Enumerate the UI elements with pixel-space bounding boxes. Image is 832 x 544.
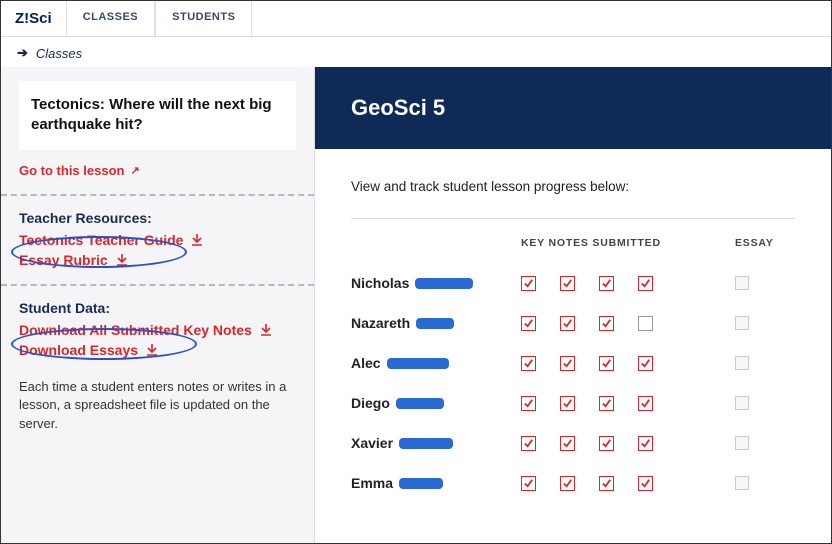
go-to-lesson-label: Go to this lesson: [19, 163, 124, 178]
checkbox[interactable]: [599, 396, 614, 411]
download-keynotes-label: Download All Submitted Key Notes: [19, 322, 252, 338]
student-data-label: Student Data:: [19, 300, 296, 316]
essay-checkbox[interactable]: [735, 276, 749, 290]
checkbox[interactable]: [638, 356, 653, 371]
checkbox[interactable]: [599, 356, 614, 371]
redacted-surname: [415, 278, 473, 289]
divider: [1, 194, 314, 196]
essay-checkbox[interactable]: [735, 476, 749, 490]
lesson-title: Tectonics: Where will the next big earth…: [31, 95, 284, 136]
download-icon: [191, 234, 203, 246]
checkbox[interactable]: [521, 436, 536, 451]
teacher-resources-label: Teacher Resources:: [19, 210, 296, 226]
redacted-surname: [399, 438, 453, 449]
class-body: View and track student lesson progress b…: [315, 149, 831, 543]
checkbox[interactable]: [599, 476, 614, 491]
content: GeoSci 5 View and track student lesson p…: [315, 67, 831, 543]
instruction-text: View and track student lesson progress b…: [351, 179, 795, 194]
checkbox[interactable]: [560, 276, 575, 291]
redacted-surname: [416, 318, 454, 329]
table-row: Nazareth: [351, 303, 795, 343]
checkbox[interactable]: [560, 436, 575, 451]
external-link-icon: ↗: [130, 164, 139, 177]
divider: [1, 284, 314, 286]
arrow-right-icon: ➔: [17, 45, 28, 61]
checkbox[interactable]: [560, 316, 575, 331]
divider: [351, 218, 795, 219]
redacted-surname: [396, 398, 444, 409]
checkbox[interactable]: [521, 276, 536, 291]
progress-table: KEY NOTES SUBMITTED ESSAY Nicholas Nazare…: [351, 231, 795, 503]
tab-classes[interactable]: CLASSES: [66, 1, 155, 36]
keynote-checks: [521, 316, 711, 331]
table-row: Nicholas: [351, 263, 795, 303]
sidebar-note: Each time a student enters notes or writ…: [19, 378, 296, 435]
table-row: Emma: [351, 463, 795, 503]
checkbox[interactable]: [599, 276, 614, 291]
checkbox[interactable]: [521, 476, 536, 491]
download-icon: [116, 254, 128, 266]
teacher-guide-label: Tectonics Teacher Guide: [19, 232, 183, 248]
keynotes-header: KEY NOTES SUBMITTED: [521, 237, 711, 249]
keynote-checks: [521, 436, 711, 451]
essay-checkbox[interactable]: [735, 396, 749, 410]
checkbox[interactable]: [638, 436, 653, 451]
topbar: Z!Sci CLASSES STUDENTS: [1, 1, 831, 37]
table-row: Diego: [351, 383, 795, 423]
checkbox[interactable]: [638, 316, 653, 331]
checkbox[interactable]: [599, 316, 614, 331]
redacted-surname: [387, 358, 449, 369]
checkbox[interactable]: [521, 396, 536, 411]
go-to-lesson-link[interactable]: Go to this lesson ↗: [19, 163, 140, 178]
essay-header: ESSAY: [735, 237, 795, 249]
lesson-card: Tectonics: Where will the next big earth…: [19, 81, 296, 150]
tab-students[interactable]: STUDENTS: [155, 1, 252, 36]
app-logo: Z!Sci: [1, 1, 66, 36]
keynote-checks: [521, 356, 711, 371]
essay-rubric-label: Essay Rubric: [19, 252, 108, 268]
checkbox[interactable]: [638, 276, 653, 291]
download-essays-link[interactable]: Download Essays: [19, 340, 158, 360]
download-essays-label: Download Essays: [19, 342, 138, 358]
student-name[interactable]: Alec: [351, 355, 521, 371]
checkbox[interactable]: [638, 476, 653, 491]
checkbox[interactable]: [638, 396, 653, 411]
essay-checkbox[interactable]: [735, 316, 749, 330]
main: Tectonics: Where will the next big earth…: [1, 67, 831, 543]
student-name[interactable]: Diego: [351, 395, 521, 411]
student-name[interactable]: Nicholas: [351, 275, 521, 291]
keynote-checks: [521, 476, 711, 491]
student-name[interactable]: Nazareth: [351, 315, 521, 331]
table-header: KEY NOTES SUBMITTED ESSAY: [351, 231, 795, 263]
checkbox[interactable]: [521, 316, 536, 331]
checkbox[interactable]: [560, 476, 575, 491]
teacher-guide-link[interactable]: Tectonics Teacher Guide: [19, 230, 203, 250]
download-keynotes-link[interactable]: Download All Submitted Key Notes: [19, 320, 272, 340]
breadcrumb-item[interactable]: Classes: [36, 46, 82, 61]
class-title: GeoSci 5: [351, 95, 795, 121]
student-name[interactable]: Xavier: [351, 435, 521, 451]
table-row: Alec: [351, 343, 795, 383]
table-row: Xavier: [351, 423, 795, 463]
sidebar: Tectonics: Where will the next big earth…: [1, 67, 315, 543]
keynote-checks: [521, 396, 711, 411]
redacted-surname: [399, 478, 443, 489]
class-header: GeoSci 5: [315, 67, 831, 149]
checkbox[interactable]: [599, 436, 614, 451]
download-icon: [260, 324, 272, 336]
essay-rubric-link[interactable]: Essay Rubric: [19, 250, 128, 270]
student-name[interactable]: Emma: [351, 475, 521, 491]
checkbox[interactable]: [560, 396, 575, 411]
essay-checkbox[interactable]: [735, 356, 749, 370]
download-icon: [146, 344, 158, 356]
checkbox[interactable]: [560, 356, 575, 371]
keynote-checks: [521, 276, 711, 291]
breadcrumb: ➔ Classes: [1, 37, 831, 69]
essay-checkbox[interactable]: [735, 436, 749, 450]
checkbox[interactable]: [521, 356, 536, 371]
